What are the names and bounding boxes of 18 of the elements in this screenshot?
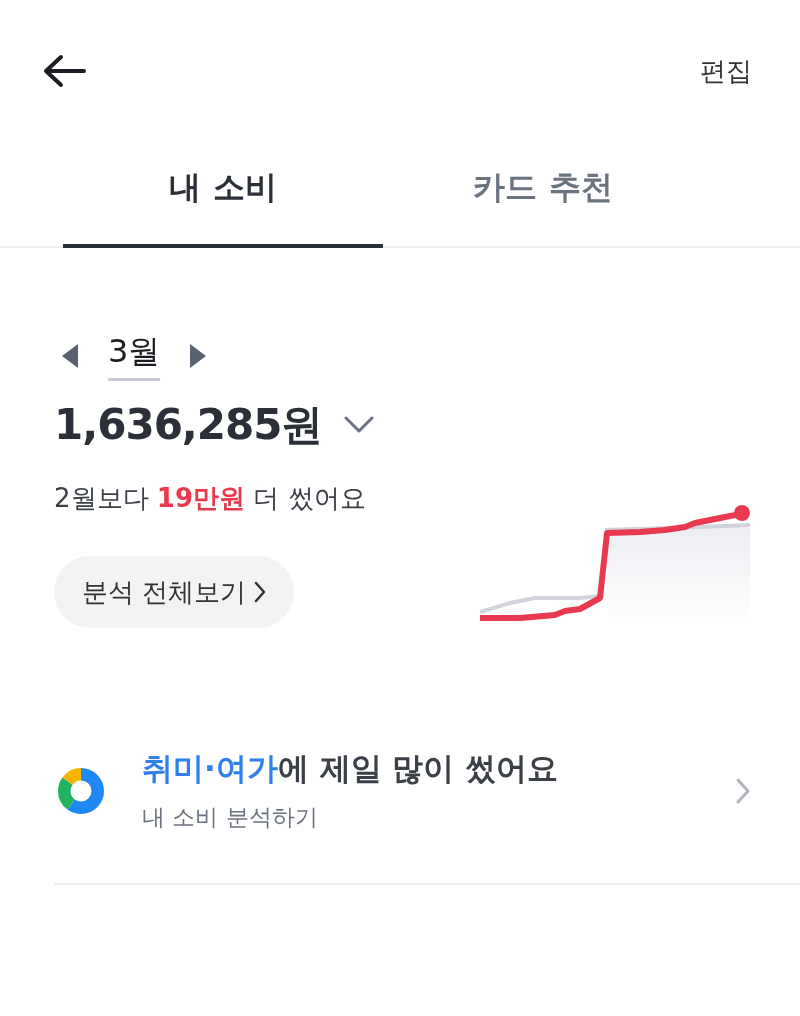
chevron-right-icon (254, 581, 267, 603)
chevron-down-icon[interactable] (344, 416, 375, 434)
chevron-right-icon (736, 777, 750, 804)
insight-row[interactable]: 취미·여가에 제일 많이 썼어요 내 소비 분석하기 (0, 748, 800, 833)
donut-chart-icon (58, 767, 104, 814)
edit-button[interactable]: 편집 (700, 53, 752, 89)
previous-month-icon[interactable] (62, 343, 78, 368)
tab[interactable]: 카드 추천 (383, 150, 703, 248)
back-arrow-icon[interactable] (42, 54, 86, 88)
insight-title: 취미·여가에 제일 많이 썼어요 (142, 749, 560, 788)
comparison-text: 2월보다 19만원 더 썼어요 (54, 482, 367, 515)
insight-subtitle: 내 소비 분석하기 (142, 803, 319, 832)
current-point (734, 505, 750, 521)
next-month-icon[interactable] (190, 343, 207, 368)
analysis-button[interactable]: 분석 전체보기 (54, 556, 295, 628)
total-amount: 1,636,285원 (54, 399, 323, 451)
month-selector[interactable]: 3월 (108, 330, 161, 381)
tab[interactable]: 내 소비 (63, 150, 383, 248)
